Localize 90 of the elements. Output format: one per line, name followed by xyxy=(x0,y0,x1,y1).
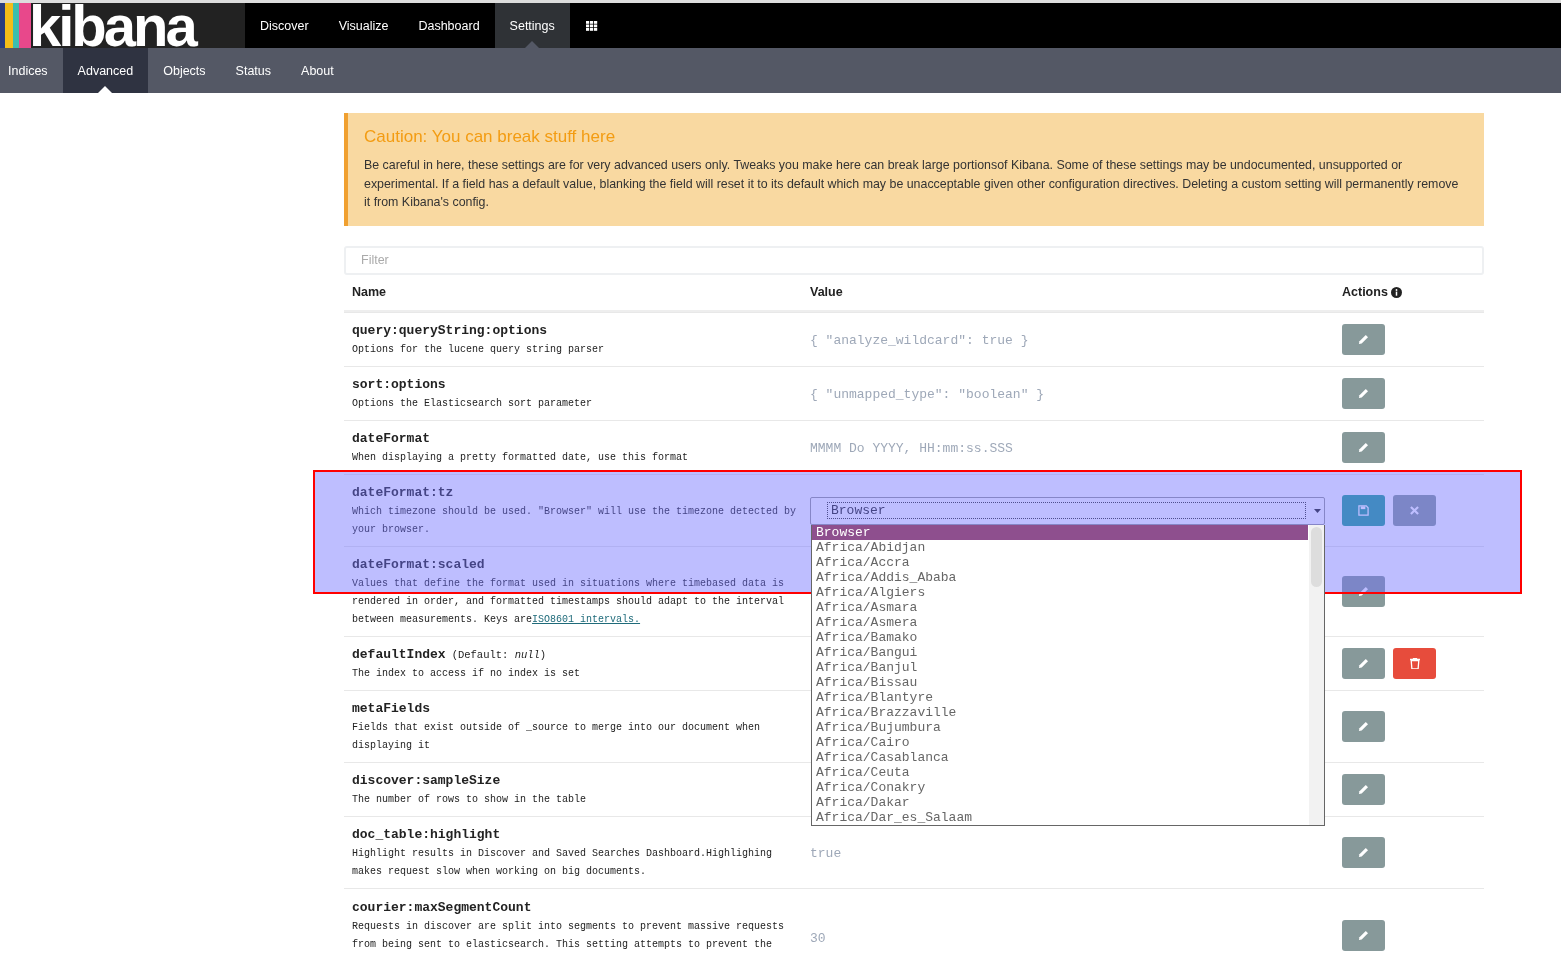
nav-tab[interactable]: Visualize xyxy=(323,3,404,48)
pencil-icon xyxy=(1358,847,1369,858)
timezone-option[interactable]: Africa/Addis_Ababa xyxy=(812,569,1308,585)
pencil-icon xyxy=(1358,929,1369,941)
setting-value: true xyxy=(810,845,842,861)
timezone-option[interactable]: Africa/Cairo xyxy=(812,734,1308,750)
subnav-tab[interactable]: Objects xyxy=(148,48,221,93)
setting-name: dateFormat:tz xyxy=(352,484,454,500)
edit-button[interactable] xyxy=(1342,711,1385,742)
nav-tab[interactable]: Settings xyxy=(494,3,570,48)
setting-name: defaultIndex xyxy=(352,646,446,662)
column-header: Value xyxy=(809,285,844,299)
edit-button[interactable] xyxy=(1342,324,1385,355)
edit-button[interactable] xyxy=(1342,648,1385,679)
pencil-icon xyxy=(1358,721,1369,732)
timezone-option[interactable]: Africa/Bamako xyxy=(812,629,1308,645)
setting-description: Options the Elasticsearch sort parameter xyxy=(352,396,594,411)
edit-button[interactable] xyxy=(1342,576,1385,607)
setting-value: { "unmapped_type": "boolean" } xyxy=(810,386,1045,402)
subnav-tab[interactable]: About xyxy=(286,48,349,93)
apps-grid-icon[interactable] xyxy=(585,20,598,31)
edit-button[interactable] xyxy=(1342,919,1385,951)
pencil-icon xyxy=(1358,442,1369,453)
timezone-option[interactable]: Africa/Dar_es_Salaam xyxy=(812,809,1308,825)
setting-description: The index to access if no index is set xyxy=(352,666,582,681)
setting-value: 30 xyxy=(810,930,826,946)
edit-button[interactable] xyxy=(1342,774,1385,805)
timezone-option[interactable]: Africa/Accra xyxy=(812,554,1308,570)
timezone-option[interactable]: Africa/Bujumbura xyxy=(812,719,1308,735)
setting-name: metaFields xyxy=(352,700,430,716)
close-icon xyxy=(1410,506,1419,515)
kibana-logo[interactable]: kibana xyxy=(0,3,245,48)
docs-link[interactable]: ISO8601 intervals. xyxy=(532,613,641,625)
timezone-option[interactable]: Africa/Blantyre xyxy=(812,689,1308,705)
timezone-option[interactable]: Africa/Bissau xyxy=(812,674,1308,690)
setting-description: Fields that exist outside of _source to merge into our document when displaying it xyxy=(352,720,762,753)
trash-icon xyxy=(1409,658,1420,669)
pencil-icon xyxy=(1358,388,1369,399)
timezone-option[interactable]: Africa/Conakry xyxy=(812,779,1308,795)
setting-name: sort:options xyxy=(352,376,446,392)
timezone-option[interactable]: Africa/Asmera xyxy=(812,614,1308,630)
caution-title: Caution: You can break stuff here xyxy=(364,127,617,147)
subnav-tab[interactable]: Advanced xyxy=(62,48,149,93)
timezone-option[interactable]: Africa/Algiers xyxy=(812,584,1308,600)
caret-icon xyxy=(1314,508,1321,513)
setting-description: Requests in discover are split into segments to prevent massive requests from being sent to elasticsearch. This setting attempts to prevent the xyxy=(352,919,786,952)
column-header: Name xyxy=(351,285,388,299)
timezone-option[interactable]: Africa/Casablanca xyxy=(812,749,1308,765)
timezone-select[interactable]: Browser xyxy=(810,496,1325,525)
setting-description: Values that define the format used in situations where timebased data is rendered in order, and formatted timestamps should adapt to the interval between measurements. Keys areISO8601 intervals. xyxy=(352,576,786,627)
setting-name: query:queryString:options xyxy=(352,322,548,338)
setting-description: The number of rows to show in the table xyxy=(352,792,588,807)
setting-description: When displaying a pretty formatted date, use this format xyxy=(352,450,690,465)
pencil-icon xyxy=(1358,334,1369,345)
cancel-button[interactable] xyxy=(1393,495,1436,526)
setting-name: discover:sampleSize xyxy=(352,772,501,788)
save-button[interactable] xyxy=(1342,495,1385,526)
timezone-option[interactable]: Africa/Dakar xyxy=(812,794,1308,810)
timezone-option[interactable]: Africa/Bangui xyxy=(812,644,1308,660)
setting-name: dateFormat xyxy=(352,430,430,446)
edit-button[interactable] xyxy=(1342,837,1385,868)
setting-description: Highlight results in Discover and Saved Searches Dashboard.Highlighing makes request slow when working on big documents. xyxy=(352,846,774,879)
info-icon xyxy=(1390,286,1402,298)
nav-tab[interactable]: Dashboard xyxy=(403,3,495,48)
filter-field[interactable]: Filter xyxy=(344,245,1484,275)
timezone-option[interactable]: Africa/Banjul xyxy=(812,659,1308,675)
setting-value: { "analyze_wildcard": true } xyxy=(810,332,1029,348)
pencil-icon xyxy=(1358,586,1369,597)
pencil-icon xyxy=(1358,784,1369,795)
column-header: Actions xyxy=(1342,285,1388,299)
subnav-tab[interactable]: Status xyxy=(220,48,287,93)
subnav-tab[interactable]: Indices xyxy=(0,48,63,93)
nav-tab[interactable]: Discover xyxy=(245,3,324,48)
pencil-icon xyxy=(1358,658,1369,669)
setting-value: MMMM Do YYYY, HH:mm:ss.SSS xyxy=(810,440,1013,456)
timezone-option[interactable]: Africa/Ceuta xyxy=(812,764,1308,780)
timezone-option[interactable]: Africa/Brazzaville xyxy=(812,704,1308,720)
scrollbar[interactable] xyxy=(1309,524,1324,825)
setting-name: courier:maxSegmentCount xyxy=(352,899,532,915)
caution-text: Be careful in here, these settings are for very advanced users only. Tweaks you make here can break large portionsof Kibana. Some of these settings may be undocumented, unsupported or experimental. If a field has a default value, blanking the field will reset it to its default which may be unacceptable given other configuration directives. Deleting a custom setting will permanently remove it from Kibana's config. xyxy=(364,157,1460,211)
timezone-option[interactable]: Africa/Abidjan xyxy=(812,539,1308,555)
default-note: (Default: null) xyxy=(451,648,547,661)
timezone-option[interactable]: Africa/Asmara xyxy=(812,599,1308,615)
delete-button[interactable] xyxy=(1393,648,1436,679)
edit-button[interactable] xyxy=(1342,378,1385,409)
edit-button[interactable] xyxy=(1342,432,1385,463)
setting-name: doc_table:highlight xyxy=(352,826,501,842)
setting-description: Which timezone should be used. "Browser" will use the timezone detected by your browser. xyxy=(352,504,798,537)
setting-name: dateFormat:scaled xyxy=(352,556,485,572)
setting-description: Options for the lucene query string parser xyxy=(352,342,606,357)
